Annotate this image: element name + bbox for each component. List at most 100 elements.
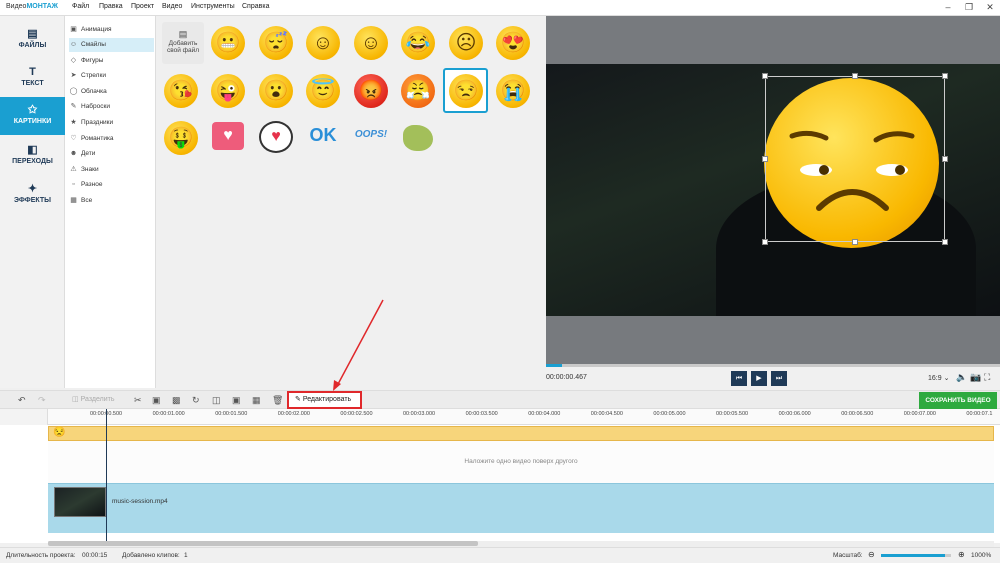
undo-icon[interactable]: ↶ [18, 394, 26, 406]
sticker-cursing[interactable]: 😤 [397, 70, 439, 112]
category-smileys[interactable]: ☺ Смайлы [69, 38, 154, 52]
split-screen-icon[interactable]: ◫ [212, 394, 221, 406]
playhead[interactable] [106, 409, 107, 543]
category-arrows[interactable]: ➤ Стрелки [69, 69, 154, 83]
menu-video[interactable]: Видео [162, 3, 182, 10]
seek-bar[interactable] [546, 364, 1000, 367]
category-all[interactable]: ▦ Все [69, 194, 154, 208]
save-video-button[interactable]: СОХРАНИТЬ ВИДЕО [919, 392, 997, 409]
sticker-angel[interactable]: 😇 [302, 70, 344, 112]
sticker-unamused[interactable]: 😒 [443, 68, 488, 113]
sticker-tongue[interactable]: 😜 [207, 70, 249, 112]
sticker-track-clip[interactable]: 😒 [48, 426, 994, 441]
zoom-frame-icon[interactable]: ▣ [232, 394, 241, 406]
nav-transitions[interactable]: ◧ ПЕРЕХОДЫ [0, 137, 65, 175]
maximize-icon[interactable]: ❐ [961, 1, 977, 14]
sticker-heart-speech[interactable]: ♥ [255, 117, 297, 159]
next-frame-button[interactable]: ⏭ [771, 371, 787, 386]
previous-frame-button[interactable]: ⏮ [731, 371, 747, 386]
category-romance[interactable]: ♡ Романтика [69, 132, 154, 146]
menu-file[interactable]: Файл [72, 3, 89, 10]
sticker-ok[interactable]: OK [302, 117, 344, 159]
zoom-in-icon[interactable]: ⊕ [958, 550, 965, 559]
nav-text[interactable]: T ТЕКСТ [0, 59, 65, 97]
ruler-tick: 00:00:02.500 [340, 411, 373, 417]
scale-label: Масштаб: [833, 552, 863, 559]
sticker-sleepy[interactable]: 😴 [255, 22, 297, 64]
resize-handle[interactable] [852, 239, 858, 245]
frame-icon[interactable]: ▩ [172, 394, 181, 406]
selection-box[interactable] [762, 73, 948, 245]
nav-pictures[interactable]: ✩ КАРТИНКИ [0, 97, 65, 135]
text-icon: T [29, 66, 36, 78]
delete-icon[interactable]: 🗑 [272, 394, 283, 406]
resize-handle[interactable] [942, 239, 948, 245]
category-kids[interactable]: ☻ Дети [69, 147, 154, 161]
sticker-heart-eyes[interactable]: 😍 [492, 22, 534, 64]
aspect-select[interactable]: 16:9 ⌄ [928, 374, 949, 382]
video-preview[interactable] [546, 64, 1000, 316]
add-file-button[interactable]: ▤ Добавить свой файл [162, 22, 204, 64]
sticker-grimace[interactable]: 😬 [207, 22, 249, 64]
sticker-oops[interactable]: OOPS! [350, 117, 392, 159]
menu-help[interactable]: Справка [242, 3, 269, 10]
overlay-track[interactable]: Наложите одно видео поверх другого [48, 441, 994, 483]
rotate-icon[interactable]: ↻ [192, 394, 200, 406]
transitions-icon: ◧ [27, 144, 38, 156]
clip-name: music-session.mp4 [112, 498, 168, 505]
play-button[interactable]: ▶ [751, 371, 767, 386]
category-shapes[interactable]: ◇ Фигуры [69, 54, 154, 68]
sticker-slight-smile[interactable]: ☺ [350, 22, 392, 64]
close-icon[interactable]: ✕ [982, 1, 998, 14]
sticker-surprised[interactable]: 😮 [255, 70, 297, 112]
volume-icon[interactable]: 🔈 [956, 372, 967, 383]
category-bubbles[interactable]: ◯ Облачка [69, 85, 154, 99]
sticker-thumbnail-icon: 😒 [53, 427, 66, 438]
timeline-ruler[interactable]: 00:00:00.50000:00:01.00000:00:01.50000:0… [48, 409, 1000, 425]
category-sketches[interactable]: ✎ Наброски [69, 100, 154, 114]
resize-handle[interactable] [762, 239, 768, 245]
nav-effects[interactable]: ✦ ЭФФЕКТЫ [0, 176, 65, 214]
resize-handle[interactable] [762, 73, 768, 79]
duration-label: Длительность проекта: [6, 552, 76, 559]
crop-icon[interactable]: ▣ [152, 394, 161, 406]
nav-files[interactable]: ▤ ФАЙЛЫ [0, 21, 65, 59]
sticker-sad[interactable]: ☹ [445, 22, 487, 64]
edit-button[interactable]: ✎ Редактировать [287, 391, 362, 409]
sticker-heart-bubble[interactable]: ♥ [207, 117, 249, 159]
video-track[interactable]: music-session.mp4 [48, 483, 994, 533]
clips-value: 1 [184, 552, 188, 559]
zoom-slider[interactable] [881, 554, 951, 557]
menu-project[interactable]: Проект [131, 3, 154, 10]
split-button[interactable]: ◫ Разделить [72, 394, 114, 406]
resize-handle[interactable] [942, 156, 948, 162]
zoom-out-icon[interactable]: ⊖ [868, 550, 875, 559]
export-icon[interactable]: ▦ [252, 394, 261, 406]
redo-icon[interactable]: ↷ [38, 394, 46, 406]
sticker-splat[interactable] [397, 117, 439, 159]
camera-icon[interactable]: 📷 [970, 372, 981, 383]
ruler-tick: 00:00:01.500 [215, 411, 248, 417]
category-misc[interactable]: ▫ Разное [69, 178, 154, 192]
sticker-money-face[interactable]: 🤑 [160, 117, 202, 159]
misc-icon: ▫ [72, 181, 75, 188]
resize-handle[interactable] [852, 73, 858, 79]
minimize-icon[interactable]: – [940, 1, 956, 14]
resize-handle[interactable] [942, 73, 948, 79]
fullscreen-icon[interactable]: ⛶ [984, 372, 990, 383]
sticker-laugh[interactable]: 😂 [397, 22, 439, 64]
sticker-angry[interactable]: 😡 [350, 70, 392, 112]
menu-tools[interactable]: Инструменты [191, 3, 235, 10]
sticker-crying[interactable]: 😭 [492, 70, 534, 112]
ruler-tick: 00:00:02.000 [277, 411, 310, 417]
sign-icon: ⚠ [70, 166, 77, 173]
sticker-kiss[interactable]: 😘 [160, 70, 202, 112]
category-animation[interactable]: ▣ Анимация [69, 23, 154, 37]
resize-handle[interactable] [762, 156, 768, 162]
category-holidays[interactable]: ★ Праздники [69, 116, 154, 130]
category-signs[interactable]: ⚠ Знаки [69, 163, 154, 177]
cut-icon[interactable]: ✂ [134, 394, 142, 406]
menu-edit[interactable]: Правка [99, 3, 123, 10]
image-icon: ▤ [27, 28, 38, 40]
sticker-smile[interactable]: ☺ [302, 22, 344, 64]
